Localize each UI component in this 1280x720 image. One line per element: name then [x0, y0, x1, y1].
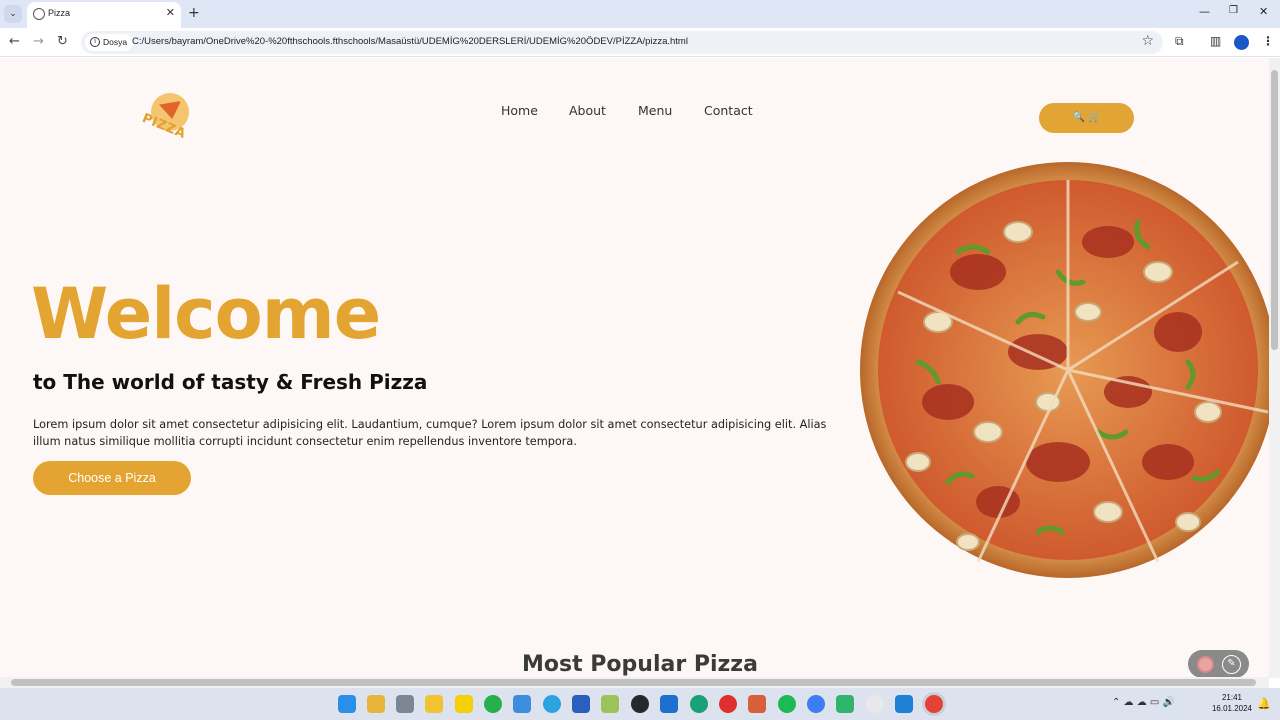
messenger-icon[interactable] — [807, 695, 825, 713]
site-info-chip[interactable]: i Dosya — [85, 34, 134, 51]
nav-contact-link[interactable]: Contact — [704, 103, 753, 118]
hero-title: Welcome — [31, 273, 381, 355]
chrome-icon[interactable] — [925, 695, 943, 713]
windows-taskbar: ⌃ ☁ ☁ ▭ 🔊 21:41 16.01.2024 🔔 — [0, 688, 1280, 720]
app-green-icon[interactable] — [836, 695, 854, 713]
tab-close-button[interactable]: ✕ — [166, 6, 175, 19]
weather-icon[interactable] — [367, 695, 385, 713]
record-button[interactable] — [1197, 656, 1214, 673]
hero-subtitle: to The world of tasty & Fresh Pizza — [33, 370, 428, 394]
files-icon[interactable] — [513, 695, 531, 713]
system-tray-icons[interactable]: ⌃ ☁ ☁ ▭ 🔊 — [1112, 697, 1175, 708]
windows-start-icon[interactable] — [338, 695, 356, 713]
spotify-icon[interactable] — [778, 695, 796, 713]
bookmark-star-icon[interactable]: ☆ — [1141, 33, 1154, 49]
task-view-icon[interactable] — [396, 695, 414, 713]
page-viewport: PIZZA Home About Menu Contact 🔍 🛒 Welcom… — [0, 58, 1269, 678]
clock-time: 21:41 — [1221, 693, 1243, 702]
edge-icon[interactable] — [690, 695, 708, 713]
tab-title: Pizza — [48, 8, 71, 18]
slack-icon[interactable] — [866, 695, 884, 713]
taskbar-clock[interactable]: 21:41 16.01.2024 — [1211, 692, 1253, 714]
browser-tab-bar: ⌄ Pizza ✕ + — ❐ ✕ — [0, 0, 1280, 28]
horizontal-scroll-thumb[interactable] — [11, 679, 1256, 686]
back-button[interactable]: ← — [9, 34, 20, 49]
forward-button[interactable]: → — [33, 34, 44, 49]
info-icon: i — [90, 37, 100, 47]
globe-icon — [33, 8, 45, 20]
browser-tab[interactable]: Pizza ✕ — [27, 2, 181, 28]
browser-toolbar: ← → ↻ i Dosya C:/Users/bayram/OneDrive%2… — [0, 28, 1280, 57]
window-close-button[interactable]: ✕ — [1259, 5, 1268, 18]
pen-icon[interactable]: ✎ — [1222, 655, 1241, 674]
side-panel-icon[interactable]: ▥ — [1210, 34, 1221, 48]
opera-icon[interactable] — [719, 695, 737, 713]
file-explorer-icon[interactable] — [425, 695, 443, 713]
nav-menu-link[interactable]: Menu — [638, 103, 672, 118]
search-cart-icons: 🔍 🛒 — [1072, 112, 1101, 123]
reload-button[interactable]: ↻ — [57, 34, 68, 49]
git-icon[interactable] — [748, 695, 766, 713]
screen-recorder-widget: ✎ — [1188, 650, 1249, 678]
clock-date: 16.01.2024 — [1211, 704, 1253, 713]
restore-button[interactable]: ❐ — [1229, 5, 1238, 16]
url-text[interactable]: C:/Users/bayram/OneDrive%20-%20fthschool… — [132, 36, 688, 47]
vscode-icon[interactable] — [895, 695, 913, 713]
pizza-image — [860, 162, 1269, 578]
kebab-menu-icon[interactable]: ⋮ — [1262, 34, 1274, 48]
tab-search-button[interactable]: ⌄ — [4, 5, 22, 23]
choose-pizza-button[interactable]: Choose a Pizza — [33, 461, 191, 495]
search-cart-button[interactable]: 🔍 🛒 — [1039, 103, 1134, 133]
extensions-icon[interactable]: ⧉ — [1175, 34, 1184, 49]
word-icon[interactable] — [572, 695, 590, 713]
site-info-label: Dosya — [103, 37, 128, 47]
new-tab-button[interactable]: + — [188, 5, 200, 21]
telegram-icon[interactable] — [543, 695, 561, 713]
profile-avatar[interactable] — [1234, 35, 1249, 50]
hero-description: Lorem ipsum dolor sit amet consectetur a… — [33, 418, 827, 448]
address-bar[interactable]: i Dosya C:/Users/bayram/OneDrive%20-%20f… — [81, 31, 1163, 54]
nav-home-link[interactable]: Home — [501, 103, 538, 118]
section-title: Most Popular Pizza — [522, 652, 758, 677]
nav-about-link[interactable]: About — [569, 103, 606, 118]
github-icon[interactable] — [631, 695, 649, 713]
vertical-scroll-thumb[interactable] — [1271, 70, 1278, 350]
notification-icon[interactable]: 🔔 — [1257, 697, 1271, 710]
sticky-notes-icon[interactable] — [455, 695, 473, 713]
minimize-button[interactable]: — — [1199, 5, 1210, 18]
site-logo[interactable]: PIZZA — [139, 93, 195, 148]
whatsapp-icon[interactable] — [484, 695, 502, 713]
vertical-scrollbar[interactable] — [1269, 58, 1280, 678]
horizontal-scrollbar[interactable] — [0, 677, 1269, 688]
notepad-icon[interactable] — [601, 695, 619, 713]
app-icon[interactable] — [660, 695, 678, 713]
